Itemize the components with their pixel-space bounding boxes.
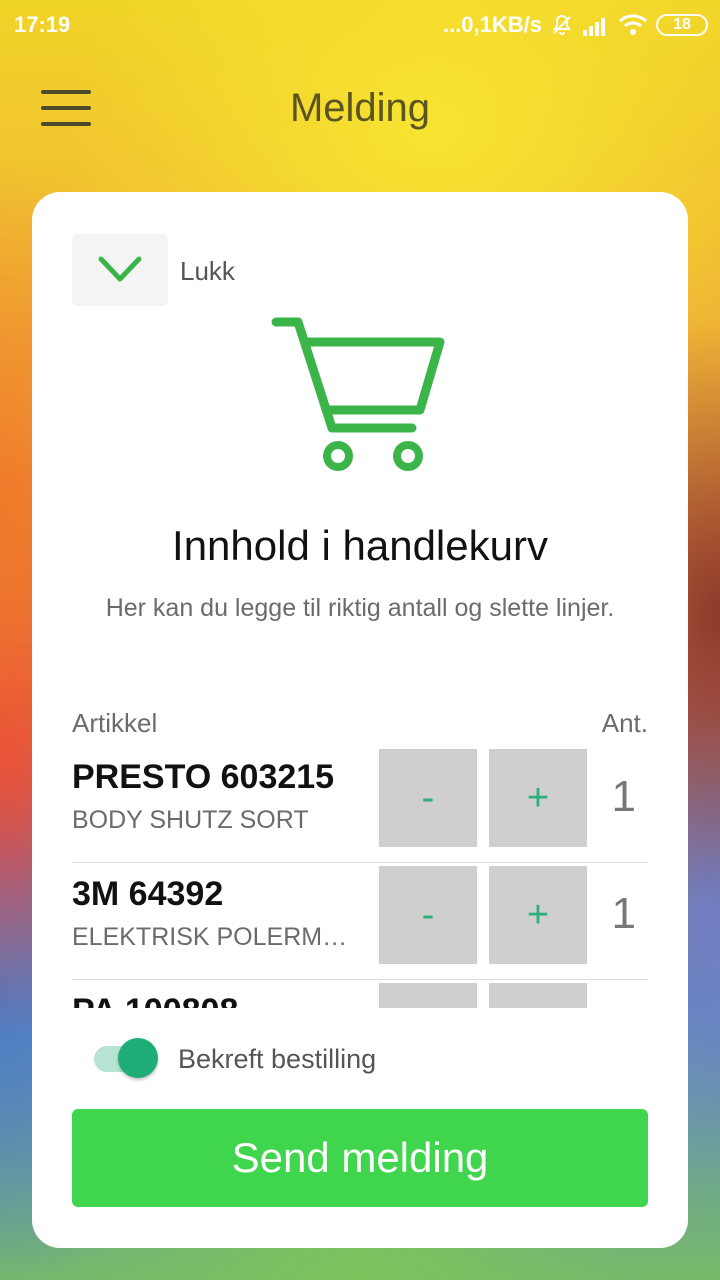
increase-qty-button[interactable]: + bbox=[489, 866, 587, 964]
item-qty: 1 bbox=[612, 1006, 636, 1008]
status-time: 17:19 bbox=[14, 12, 71, 37]
increase-qty-button[interactable]: + bbox=[489, 983, 587, 1008]
item-qty: 1 bbox=[611, 772, 636, 821]
signal-icon bbox=[582, 14, 610, 36]
shopping-cart-card: Lukk Innhold i handlekurv Her kan du leg… bbox=[32, 192, 688, 1248]
battery-icon: 18 bbox=[656, 14, 708, 36]
cart-subtitle: Her kan du legge til riktig antall og sl… bbox=[105, 594, 615, 622]
item-code: PA 100808 bbox=[72, 992, 238, 1008]
mute-bell-icon bbox=[550, 13, 574, 37]
network-speed: ...0,1KB/s bbox=[442, 12, 542, 37]
close-label: Lukk bbox=[180, 256, 235, 286]
confirm-order-toggle[interactable] bbox=[94, 1038, 160, 1078]
cart-item-row: PA 100808 - + 1 bbox=[72, 980, 648, 1008]
decrease-qty-button[interactable]: - bbox=[379, 749, 477, 847]
item-code: PRESTO 603215 bbox=[72, 758, 335, 796]
chevron-down-icon bbox=[98, 256, 142, 282]
cart-title: Innhold i handlekurv bbox=[172, 522, 548, 569]
toggle-thumb bbox=[118, 1038, 158, 1078]
page-title: Melding bbox=[289, 86, 431, 130]
wifi-icon bbox=[618, 14, 648, 36]
item-code: 3M 64392 bbox=[72, 875, 224, 913]
cart-item-row: PRESTO 603215 BODY SHUTZ SORT - + 1 bbox=[72, 746, 648, 863]
status-bar: 17:19 ...0,1KB/s 18 bbox=[0, 0, 720, 52]
confirm-order-label: Bekreft bestilling bbox=[178, 1044, 377, 1074]
cart-item-row: 3M 64392 ELEKTRISK POLERMASKIN - + 1 bbox=[72, 863, 648, 980]
cart-item-list[interactable]: PRESTO 603215 BODY SHUTZ SORT - + 1 3M 6… bbox=[72, 746, 648, 1008]
decrease-qty-button[interactable]: - bbox=[379, 983, 477, 1008]
item-qty: 1 bbox=[611, 889, 636, 938]
shopping-cart-icon bbox=[271, 317, 445, 471]
column-header-article: Artikkel bbox=[72, 708, 158, 738]
increase-qty-button[interactable]: + bbox=[489, 749, 587, 847]
item-description: ELEKTRISK POLERMASKIN bbox=[72, 923, 362, 951]
decrease-qty-button[interactable]: - bbox=[379, 866, 477, 964]
send-message-button[interactable]: Send melding bbox=[72, 1109, 648, 1207]
close-button[interactable] bbox=[72, 234, 168, 306]
app-bar: Melding bbox=[0, 56, 720, 166]
status-icons: ...0,1KB/s 18 bbox=[443, 12, 708, 38]
item-description: BODY SHUTZ SORT bbox=[72, 806, 309, 834]
column-header-qty: Ant. bbox=[601, 708, 648, 738]
